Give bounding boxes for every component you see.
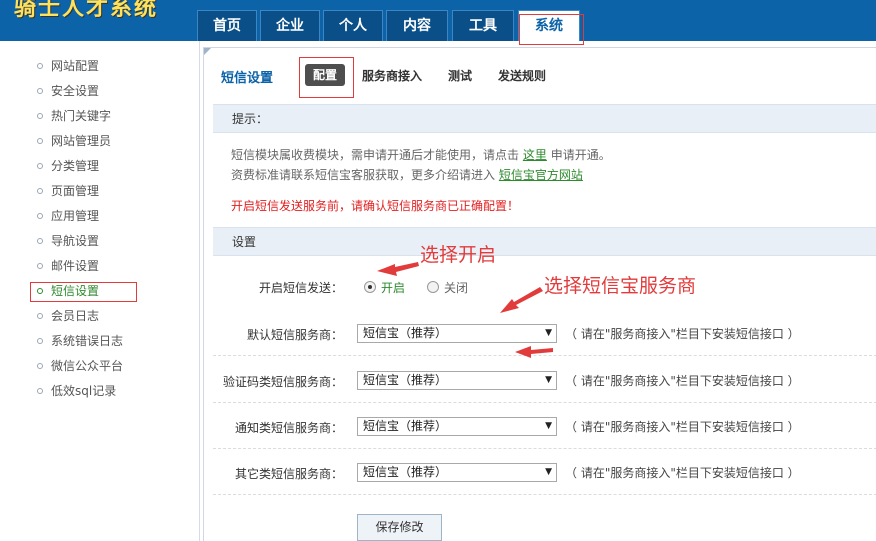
annotation-arrows bbox=[377, 262, 553, 358]
arrow-icon bbox=[515, 346, 553, 358]
arrow-icon bbox=[377, 262, 419, 276]
arrow-icon bbox=[500, 287, 543, 313]
